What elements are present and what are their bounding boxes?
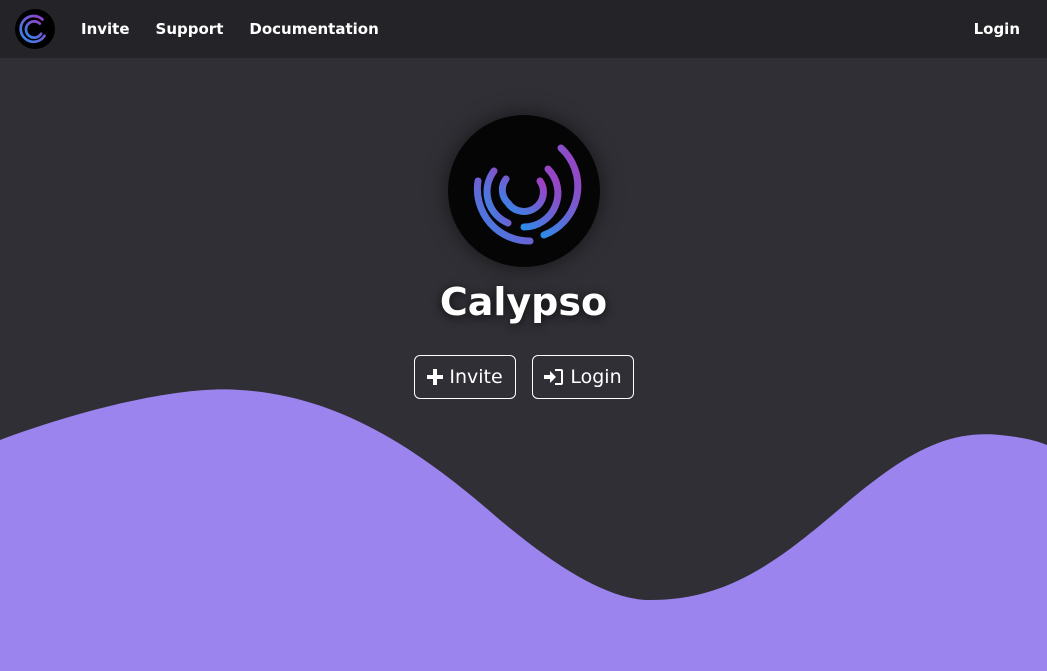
nav-login-link[interactable]: Login [974, 20, 1020, 38]
login-button[interactable]: Login [532, 355, 634, 399]
hero-section: Calypso Invite Login [0, 0, 1047, 671]
top-navbar: Invite Support Documentation Login [0, 0, 1047, 58]
nav-link-invite[interactable]: Invite [81, 20, 130, 38]
sign-in-icon [544, 368, 564, 386]
invite-button-label: Invite [449, 366, 503, 388]
nav-link-documentation[interactable]: Documentation [249, 20, 378, 38]
nav-link-support[interactable]: Support [156, 20, 224, 38]
hero-logo [448, 115, 600, 267]
invite-button[interactable]: Invite [414, 355, 516, 399]
calypso-logo-icon [19, 14, 46, 44]
login-button-label: Login [570, 366, 622, 388]
calypso-logo-icon [473, 144, 582, 245]
plus-icon [427, 369, 444, 385]
nav-logo[interactable] [15, 9, 55, 49]
hero-title: Calypso [439, 280, 608, 324]
